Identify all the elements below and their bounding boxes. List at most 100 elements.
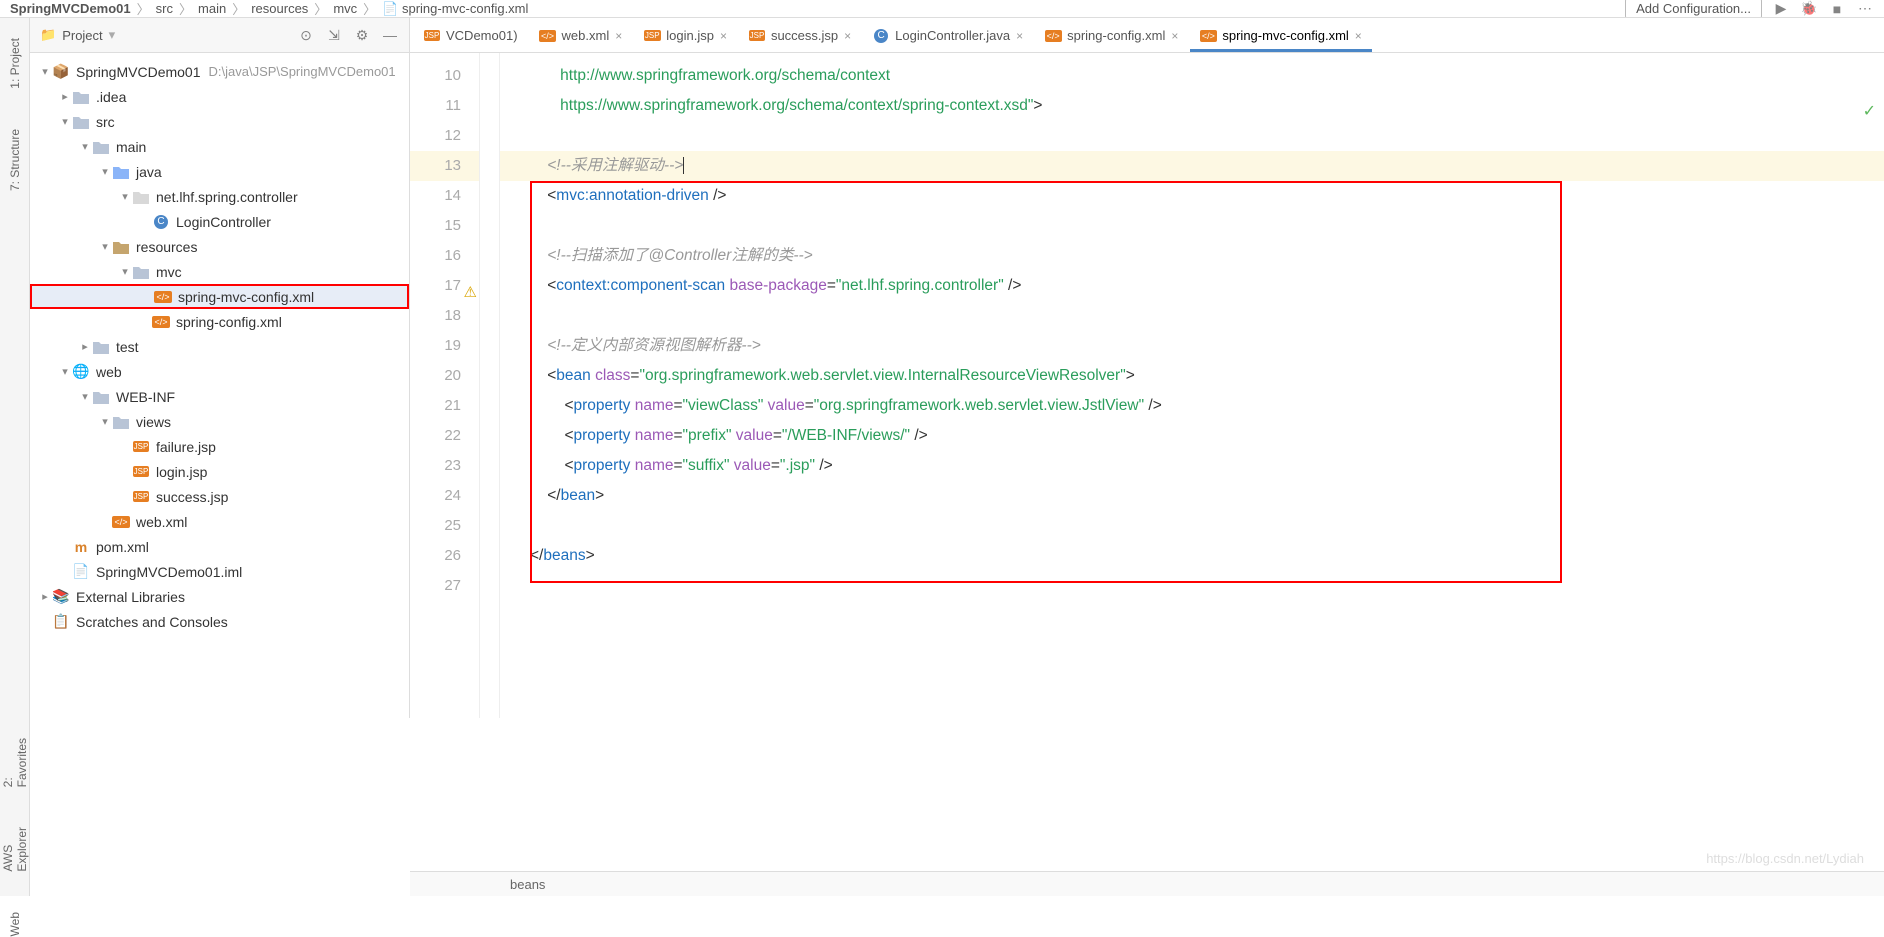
add-configuration-button[interactable]: Add Configuration...	[1625, 0, 1762, 18]
rail-item[interactable]: 1: Project	[8, 38, 22, 89]
tree-item[interactable]: ▾📦SpringMVCDemo01D:\java\JSP\SpringMVCDe…	[30, 59, 409, 84]
editor-tab[interactable]: JSPsuccess.jsp×	[739, 22, 861, 52]
chevron-icon[interactable]: ▾	[118, 190, 132, 203]
close-icon[interactable]: ×	[720, 29, 727, 43]
editor-tabs[interactable]: JSPVCDemo01)</>web.xml×JSPlogin.jsp×JSPs…	[410, 18, 1884, 53]
breadcrumb-item[interactable]: 📄 spring-mvc-config.xml	[382, 1, 528, 17]
locate-icon[interactable]: ⊙	[297, 26, 315, 44]
code-line[interactable]	[500, 301, 1884, 331]
fold-column[interactable]	[480, 53, 500, 718]
tree-item[interactable]: ▸JSPsuccess.jsp	[30, 484, 409, 509]
close-icon[interactable]: ×	[1171, 29, 1178, 43]
editor-tab[interactable]: JSPVCDemo01)	[414, 22, 528, 52]
tree-item[interactable]: ▾java	[30, 159, 409, 184]
close-icon[interactable]: ×	[1016, 29, 1023, 43]
stop-icon[interactable]: ■	[1828, 0, 1846, 18]
chevron-icon[interactable]: ▾	[98, 415, 112, 428]
close-icon[interactable]: ×	[1355, 29, 1362, 43]
chevron-icon[interactable]: ▸	[78, 340, 92, 353]
code-line[interactable]: <!--采用注解驱动-->	[500, 151, 1884, 181]
line-number[interactable]: 16	[410, 241, 479, 271]
chevron-icon[interactable]: ▾	[38, 65, 52, 78]
expand-icon[interactable]: ⇲	[325, 26, 343, 44]
tree-item[interactable]: ▸.idea	[30, 84, 409, 109]
tree-item[interactable]: ▾net.lhf.spring.controller	[30, 184, 409, 209]
breadcrumb-item[interactable]: src	[156, 1, 173, 16]
project-tree[interactable]: ▾📦SpringMVCDemo01D:\java\JSP\SpringMVCDe…	[30, 53, 409, 718]
editor-tab[interactable]: </>web.xml×	[530, 22, 633, 52]
tree-item[interactable]: ▸JSPfailure.jsp	[30, 434, 409, 459]
tree-item[interactable]: ▸test	[30, 334, 409, 359]
editor-tab[interactable]: CLoginController.java×	[863, 22, 1033, 52]
line-number[interactable]: 19	[410, 331, 479, 361]
inspection-ok-icon[interactable]: ✓	[1863, 101, 1876, 121]
line-number[interactable]: 21	[410, 391, 479, 421]
line-number[interactable]: 13	[410, 151, 479, 181]
project-panel-title[interactable]: 📁 Project ▾	[40, 27, 115, 43]
tree-item[interactable]: ▾WEB-INF	[30, 384, 409, 409]
tree-item[interactable]: ▸📚External Libraries	[30, 584, 409, 609]
code-line[interactable]	[500, 511, 1884, 541]
tree-item[interactable]: ▾resources	[30, 234, 409, 259]
tree-item[interactable]: ▸JSPlogin.jsp	[30, 459, 409, 484]
tree-item[interactable]: ▸</>web.xml	[30, 509, 409, 534]
code-line[interactable]: <context:component-scan base-package="ne…	[500, 271, 1884, 301]
code-line[interactable]: <property name="viewClass" value="org.sp…	[500, 391, 1884, 421]
editor-tab[interactable]: </>spring-config.xml×	[1035, 22, 1188, 52]
breadcrumb[interactable]: SpringMVCDemo01〉src〉main〉resources〉mvc〉📄…	[10, 0, 528, 18]
line-number[interactable]: 24	[410, 481, 479, 511]
line-number[interactable]: 23	[410, 451, 479, 481]
run-icon[interactable]: ▶	[1772, 0, 1790, 18]
rail-item[interactable]: 2: Favorites	[1, 738, 29, 787]
close-icon[interactable]: ×	[615, 29, 622, 43]
chevron-icon[interactable]: ▾	[78, 390, 92, 403]
code-line[interactable]: </beans>	[500, 541, 1884, 571]
tree-item[interactable]: ▾views	[30, 409, 409, 434]
tree-item[interactable]: ▸CLoginController	[30, 209, 409, 234]
rail-item[interactable]: 7: Structure	[8, 129, 22, 191]
tree-item[interactable]: ▾main	[30, 134, 409, 159]
chevron-icon[interactable]: ▾	[58, 365, 72, 378]
line-number[interactable]: 25	[410, 511, 479, 541]
tree-item[interactable]: ▸mpom.xml	[30, 534, 409, 559]
code-line[interactable]: <!--定义内部资源视图解析器-->	[500, 331, 1884, 361]
tree-item[interactable]: ▸📄SpringMVCDemo01.iml	[30, 559, 409, 584]
tree-item[interactable]: ▸</>spring-mvc-config.xml	[30, 284, 409, 309]
chevron-icon[interactable]: ▸	[58, 90, 72, 103]
line-number[interactable]: 27	[410, 571, 479, 601]
tree-item[interactable]: ▸📋Scratches and Consoles	[30, 609, 409, 634]
code-content[interactable]: http://www.springframework.org/schema/co…	[500, 53, 1884, 718]
dropdown-icon[interactable]: ▾	[109, 27, 116, 43]
code-line[interactable]: http://www.springframework.org/schema/co…	[500, 61, 1884, 91]
tree-item[interactable]: ▸</>spring-config.xml	[30, 309, 409, 334]
line-number[interactable]: 11	[410, 91, 479, 121]
tree-item[interactable]: ▾src	[30, 109, 409, 134]
line-number[interactable]: 22	[410, 421, 479, 451]
chevron-icon[interactable]: ▾	[98, 240, 112, 253]
debug-icon[interactable]: 🐞	[1800, 0, 1818, 18]
code-line[interactable]: <property name="prefix" value="/WEB-INF/…	[500, 421, 1884, 451]
line-number[interactable]: 26	[410, 541, 479, 571]
code-line[interactable]	[500, 571, 1884, 601]
rail-item[interactable]: Web	[8, 912, 22, 936]
chevron-icon[interactable]: ▸	[38, 590, 52, 603]
code-line[interactable]: </bean>	[500, 481, 1884, 511]
breadcrumb-item[interactable]: main	[198, 1, 226, 16]
line-number[interactable]: 17⚠	[410, 271, 479, 301]
code-line[interactable]: <!--扫描添加了@Controller注解的类-->	[500, 241, 1884, 271]
code-line[interactable]: <mvc:annotation-driven />	[500, 181, 1884, 211]
chevron-icon[interactable]: ▾	[58, 115, 72, 128]
line-number[interactable]: 18	[410, 301, 479, 331]
breadcrumb-status[interactable]: beans	[510, 877, 545, 892]
breadcrumb-item[interactable]: mvc	[333, 1, 357, 16]
breadcrumb-item[interactable]: SpringMVCDemo01	[10, 1, 131, 16]
close-icon[interactable]: ×	[844, 29, 851, 43]
editor-body[interactable]: 1011121314151617⚠18192021222324252627 ht…	[410, 53, 1884, 718]
chevron-icon[interactable]: ▾	[118, 265, 132, 278]
code-line[interactable]	[500, 211, 1884, 241]
line-gutter[interactable]: 1011121314151617⚠18192021222324252627	[410, 53, 480, 718]
hide-icon[interactable]: —	[381, 26, 399, 44]
gear-icon[interactable]: ⚙	[353, 26, 371, 44]
line-number[interactable]: 15	[410, 211, 479, 241]
editor-tab[interactable]: JSPlogin.jsp×	[634, 22, 737, 52]
